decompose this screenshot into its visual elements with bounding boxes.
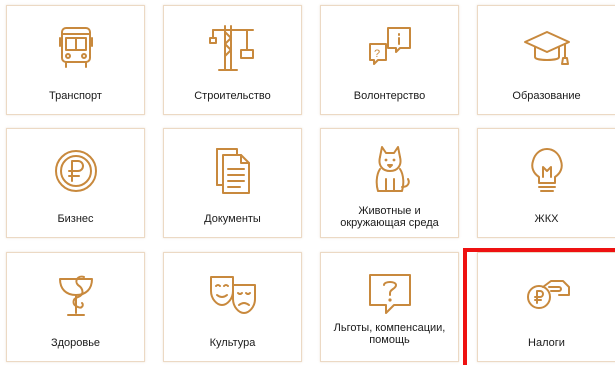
tile-label: Здоровье — [50, 337, 101, 349]
tile-label: Строительство — [194, 90, 271, 102]
tile-label: Культура — [209, 337, 256, 349]
tile-label: Налоги — [528, 337, 565, 349]
bus-icon — [50, 22, 102, 74]
tile-label: Документы — [204, 213, 261, 225]
svg-text:?: ? — [374, 48, 380, 60]
tile-education[interactable]: Образование — [477, 5, 615, 115]
tile-culture[interactable]: Культура — [163, 252, 302, 362]
tile-label: ЖКХ — [534, 213, 559, 225]
ruble-coin-icon — [50, 145, 102, 197]
tile-housing-utilities[interactable]: ЖКХ — [477, 128, 615, 238]
medical-bowl-snake-icon — [50, 269, 102, 321]
tile-health[interactable]: Здоровье — [6, 252, 145, 362]
question-bubble-icon — [364, 269, 416, 321]
tile-volunteering[interactable]: ? Волонтерство — [320, 5, 459, 115]
tile-label: Льготы, компенсации, помощь — [333, 322, 446, 346]
tile-label: Транспорт — [49, 90, 102, 102]
tile-label: Волонтерство — [353, 90, 426, 102]
tile-label: Образование — [512, 90, 581, 102]
speech-bubbles-info-icon: ? — [364, 22, 416, 74]
tile-benefits[interactable]: Льготы, компенсации, помощь — [320, 252, 459, 362]
tile-label: Животные и окружающая среда — [340, 205, 439, 229]
documents-icon — [207, 145, 259, 197]
hand-coin-icon — [521, 269, 573, 321]
tile-transport[interactable]: Транспорт — [6, 5, 145, 115]
tile-business[interactable]: Бизнес — [6, 128, 145, 238]
tile-animals-environment[interactable]: Животные и окружающая среда — [320, 128, 459, 238]
crane-icon — [207, 22, 259, 74]
tile-taxes[interactable]: Налоги — [477, 252, 615, 362]
tile-label: Бизнес — [57, 213, 94, 225]
tile-documents[interactable]: Документы — [163, 128, 302, 238]
tile-construction[interactable]: Строительство — [163, 5, 302, 115]
theater-masks-icon — [207, 269, 259, 321]
light-bulb-icon — [521, 145, 573, 197]
graduation-cap-icon — [521, 22, 573, 74]
dog-icon — [364, 145, 416, 197]
